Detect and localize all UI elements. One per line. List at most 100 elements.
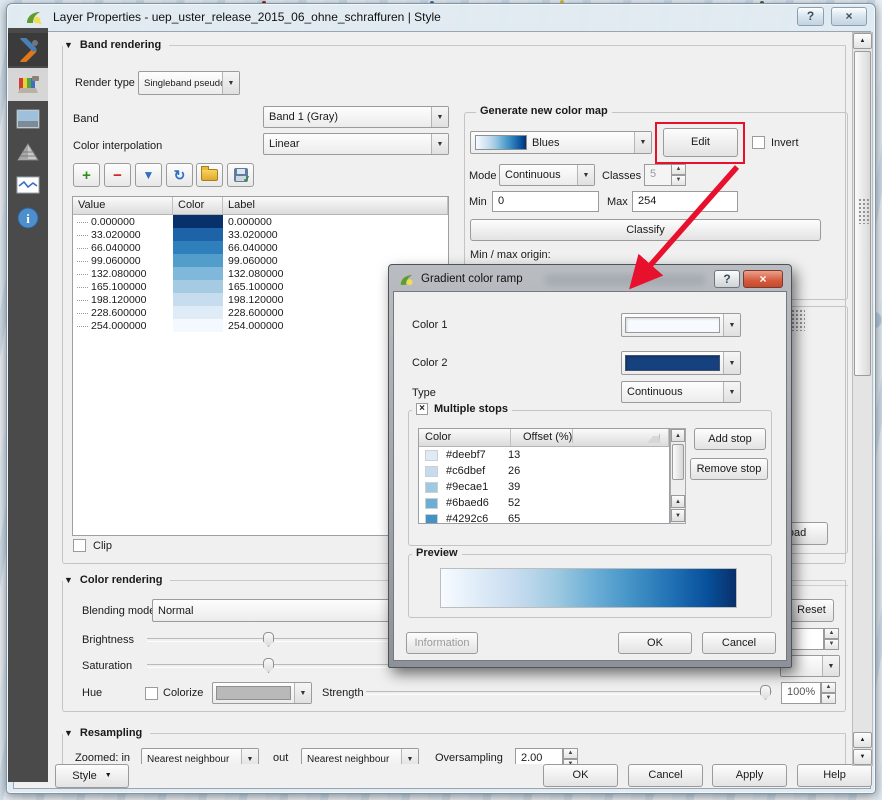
- scroll-down-icon[interactable]: ▼: [671, 509, 685, 522]
- stops-scrollbar[interactable]: ▲ ▲ ▼: [670, 428, 686, 524]
- invert-checkbox[interactable]: [752, 136, 765, 149]
- spin-down-icon[interactable]: ▼: [671, 175, 686, 186]
- main-scrollbar[interactable]: ▲ ▲ ▼: [852, 32, 873, 766]
- column-header-value[interactable]: Value: [73, 197, 173, 214]
- zoomed-out-combo[interactable]: Nearest neighbour ▼: [301, 748, 419, 764]
- scroll-up-icon-2[interactable]: ▲: [671, 495, 685, 508]
- colormap-table-header[interactable]: Value Color Label: [73, 197, 448, 215]
- color-swatch[interactable]: [173, 267, 223, 280]
- sort-button[interactable]: ▼: [135, 163, 162, 187]
- help-button[interactable]: Help: [797, 764, 872, 787]
- scrollbar-thumb[interactable]: [854, 51, 871, 376]
- remove-stop-button[interactable]: Remove stop: [690, 458, 768, 480]
- color-swatch[interactable]: [173, 215, 223, 228]
- color-swatch[interactable]: [173, 293, 223, 306]
- color2-combo[interactable]: ▼: [621, 351, 741, 375]
- stops-column-color[interactable]: Color: [419, 429, 511, 446]
- color-swatch[interactable]: [173, 319, 223, 332]
- colormap-row[interactable]: 33.02000033.020000: [73, 228, 448, 241]
- clip-checkbox[interactable]: [73, 539, 86, 552]
- cancel-button[interactable]: Cancel: [628, 764, 703, 787]
- scroll-down-button[interactable]: ▼: [853, 749, 872, 765]
- add-stop-button[interactable]: Add stop: [694, 428, 766, 450]
- color-swatch[interactable]: [173, 280, 223, 293]
- window-close-button[interactable]: ×: [831, 7, 867, 26]
- stops-table-header[interactable]: Color Offset (%): [419, 429, 669, 447]
- dialog-cancel-button[interactable]: Cancel: [702, 632, 776, 654]
- spin-up-icon[interactable]: ▲: [563, 748, 578, 759]
- scroll-up-button-2[interactable]: ▲: [853, 732, 872, 748]
- oversampling-spinbox[interactable]: 2.00: [515, 748, 563, 764]
- multiple-stops-checkbox[interactable]: ×: [416, 403, 428, 415]
- color-swatch[interactable]: [173, 306, 223, 319]
- strength-slider[interactable]: [366, 691, 772, 695]
- style-menu-button[interactable]: Style ▼: [55, 764, 129, 788]
- scroll-up-icon[interactable]: ▲: [671, 429, 685, 442]
- sidebar-item-pyramids[interactable]: [8, 135, 48, 168]
- refresh-icon: ↻: [174, 167, 186, 184]
- column-header-color[interactable]: Color: [173, 197, 223, 214]
- window-help-button[interactable]: ?: [797, 7, 824, 26]
- colorize-checkbox[interactable]: [145, 687, 158, 700]
- edit-highlight-annotation: [655, 122, 745, 164]
- min-input[interactable]: 0: [492, 191, 599, 212]
- max-input[interactable]: 254: [632, 191, 738, 212]
- information-button[interactable]: Information: [406, 632, 478, 654]
- type-combo[interactable]: Continuous ▼: [621, 381, 741, 403]
- stop-row[interactable]: #6baed652: [419, 495, 669, 511]
- dialog-ok-button[interactable]: OK: [618, 632, 692, 654]
- sidebar-item-metadata[interactable]: i: [8, 201, 48, 234]
- classes-spin-arrows[interactable]: ▲▼: [671, 164, 686, 186]
- oversampling-spin-arrows[interactable]: ▲▼: [563, 748, 578, 764]
- apply-button[interactable]: Apply: [712, 764, 787, 787]
- strength-spin-arrows[interactable]: ▲▼: [821, 682, 836, 704]
- colormap-row[interactable]: 66.04000066.040000: [73, 241, 448, 254]
- column-header-label[interactable]: Label: [223, 197, 448, 214]
- refresh-button[interactable]: ↻: [166, 163, 193, 187]
- load-colormap-button[interactable]: [196, 163, 223, 187]
- stop-row[interactable]: #9ecae139: [419, 479, 669, 495]
- sidebar-item-style[interactable]: [8, 68, 48, 101]
- color-ramp-combo[interactable]: Blues ▼: [470, 131, 652, 154]
- stop-row[interactable]: #deebf713: [419, 447, 669, 463]
- sidebar-item-histogram[interactable]: [8, 168, 48, 201]
- tools-icon: [16, 38, 40, 62]
- stops-table[interactable]: Color Offset (%) #deebf713 #c6dbef26 #9e…: [418, 428, 670, 524]
- ok-button[interactable]: OK: [543, 764, 618, 787]
- mode-label: Mode: [469, 170, 497, 182]
- save-colormap-button[interactable]: ✓: [227, 163, 254, 187]
- redacted-smudge: [545, 274, 705, 286]
- color-swatch[interactable]: [173, 228, 223, 241]
- window-titlebar[interactable]: Layer Properties - uep_uster_release_201…: [7, 4, 875, 29]
- color1-combo[interactable]: ▼: [621, 313, 741, 337]
- zoomed-in-combo[interactable]: Nearest neighbour ▼: [141, 748, 259, 764]
- color-interpolation-combo[interactable]: Linear ▼: [263, 133, 449, 155]
- strength-spinbox[interactable]: 100%: [781, 682, 821, 704]
- sidebar-item-general[interactable]: [8, 33, 48, 66]
- stops-column-offset[interactable]: Offset (%): [511, 429, 669, 446]
- remove-entry-button[interactable]: −: [104, 163, 131, 187]
- gradient-dialog-titlebar[interactable]: Gradient color ramp ? ×: [393, 269, 787, 291]
- spin-up-icon[interactable]: ▲: [821, 682, 836, 693]
- stop-row[interactable]: #c6dbef26: [419, 463, 669, 479]
- colorize-color-combo[interactable]: ▼: [212, 682, 312, 704]
- color-swatch[interactable]: [173, 254, 223, 267]
- dialog-close-button[interactable]: ×: [743, 270, 783, 288]
- mode-combo[interactable]: Continuous ▼: [499, 164, 595, 186]
- stops-scrollbar-thumb[interactable]: [672, 444, 684, 480]
- spin-up-icon[interactable]: ▲: [671, 164, 686, 175]
- band-combo[interactable]: Band 1 (Gray) ▼: [263, 106, 449, 128]
- color-swatch[interactable]: [173, 241, 223, 254]
- render-type-combo[interactable]: Singleband pseudocolor ▼: [138, 71, 240, 95]
- sort-ascending-icon: [647, 434, 660, 443]
- scroll-up-button[interactable]: ▲: [853, 33, 872, 49]
- desktop-background: Layer Properties - uep_uster_release_201…: [0, 0, 882, 800]
- add-entry-button[interactable]: +: [73, 163, 100, 187]
- classify-button[interactable]: Classify: [470, 219, 821, 241]
- stop-row[interactable]: #4292c665: [419, 511, 669, 524]
- color2-swatch: [625, 355, 720, 371]
- sidebar-item-transparency[interactable]: [8, 102, 48, 135]
- dialog-help-button[interactable]: ?: [714, 270, 740, 288]
- spin-down-icon[interactable]: ▼: [821, 693, 836, 704]
- colormap-row[interactable]: 0.0000000.000000: [73, 215, 448, 228]
